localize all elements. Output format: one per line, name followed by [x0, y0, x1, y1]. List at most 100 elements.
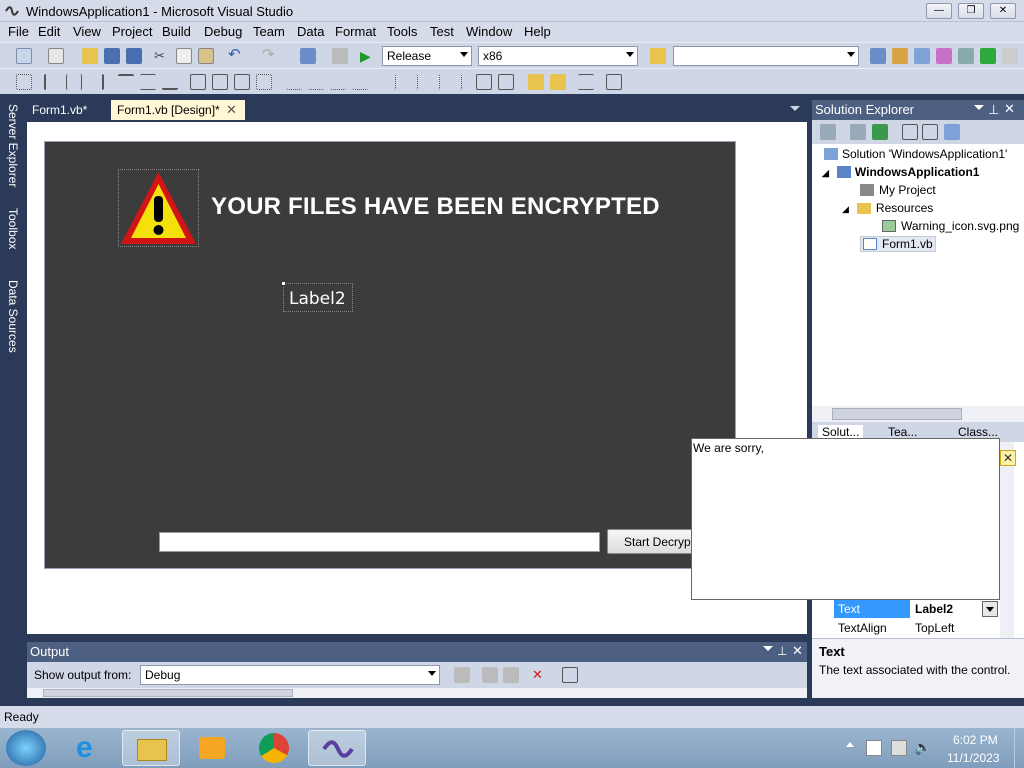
bring-to-front-icon[interactable]	[528, 74, 544, 90]
start-decryption-button[interactable]: Start Decryption	[607, 529, 702, 554]
label2[interactable]: Label2	[281, 281, 353, 312]
cut-icon[interactable]: ✂	[154, 48, 170, 64]
taskbar-chrome[interactable]	[246, 730, 304, 766]
warning-picturebox[interactable]	[118, 169, 199, 247]
h-spacing-decrease-icon[interactable]	[330, 74, 346, 90]
tab-data-sources[interactable]: Data Sources	[2, 280, 20, 353]
tree-project[interactable]: ◢ WindowsApplication1	[822, 165, 979, 179]
menu-window[interactable]: Window	[466, 24, 512, 39]
navigate-forward-icon[interactable]	[332, 48, 348, 64]
view-designer-icon[interactable]	[922, 124, 938, 140]
output-scrollbar[interactable]	[27, 688, 807, 698]
tab-server-explorer[interactable]: Server Explorer	[2, 104, 20, 187]
properties-scrollbar[interactable]	[1000, 442, 1014, 638]
prop-dropdown-button[interactable]	[982, 601, 998, 617]
output-close-icon[interactable]: ✕	[792, 643, 803, 659]
paste-icon[interactable]	[198, 48, 214, 64]
volume-icon[interactable]: 🔈	[914, 739, 931, 756]
start-debug-icon[interactable]: ▶	[360, 48, 376, 64]
menu-tools[interactable]: Tools	[387, 24, 417, 39]
taskbar-ie[interactable]: e	[62, 730, 120, 766]
v-spacing-increase-icon[interactable]	[402, 74, 418, 90]
menu-build[interactable]: Build	[162, 24, 191, 39]
redo-icon[interactable]: ↷	[262, 47, 278, 64]
menu-debug[interactable]: Debug	[204, 24, 242, 39]
align-rights-icon[interactable]	[88, 74, 104, 90]
start-button[interactable]	[6, 730, 46, 766]
navigate-icon[interactable]	[300, 48, 316, 64]
save-all-icon[interactable]	[126, 48, 142, 64]
menu-edit[interactable]: Edit	[38, 24, 60, 39]
tree-resources[interactable]: ◢ Resources	[842, 201, 933, 215]
h-spacing-equal-icon[interactable]	[286, 74, 302, 90]
tab-form1-design[interactable]: Form1.vb [Design]*	[111, 100, 245, 120]
menu-test[interactable]: Test	[430, 24, 454, 39]
action-center-icon[interactable]	[866, 740, 882, 756]
same-height-icon[interactable]	[212, 74, 228, 90]
tree-form1[interactable]: Form1.vb	[860, 236, 936, 252]
class-diagram-icon[interactable]	[944, 124, 960, 140]
prev-message-icon[interactable]	[482, 667, 498, 683]
tab-dropdown-icon[interactable]	[790, 106, 800, 111]
find-combo[interactable]	[673, 46, 859, 66]
undo-icon[interactable]: ↶	[228, 47, 244, 64]
maximize-button[interactable]: ❐	[958, 3, 984, 19]
prop-name-text[interactable]: Text	[834, 600, 910, 618]
selection-handle[interactable]	[281, 281, 286, 286]
tab-team[interactable]: Tea...	[888, 425, 917, 439]
solution-platform-combo[interactable]: x86	[478, 46, 638, 66]
form-textbox[interactable]	[159, 532, 600, 552]
tab-class[interactable]: Class...	[958, 425, 998, 439]
next-message-icon[interactable]	[503, 667, 519, 683]
menu-project[interactable]: Project	[112, 24, 152, 39]
menu-file[interactable]: File	[8, 24, 29, 39]
clock-date[interactable]: 11/1/2023	[947, 751, 1000, 765]
add-item-icon[interactable]	[48, 48, 64, 64]
center-vertically-icon[interactable]	[498, 74, 514, 90]
align-tops-icon[interactable]	[118, 74, 134, 90]
collapse-arrow-icon[interactable]: ◢	[822, 168, 829, 178]
toolbox-icon[interactable]	[936, 48, 952, 64]
popup-close-icon[interactable]: ✕	[1000, 450, 1016, 466]
v-spacing-remove-icon[interactable]	[446, 74, 462, 90]
prop-name-textalign[interactable]: TextAlign	[834, 619, 910, 637]
same-size-icon[interactable]	[234, 74, 250, 90]
solution-scroll-thumb[interactable]	[832, 408, 962, 420]
show-desktop-button[interactable]	[1014, 728, 1024, 768]
menu-help[interactable]: Help	[524, 24, 551, 39]
h-spacing-increase-icon[interactable]	[308, 74, 324, 90]
object-browser-icon[interactable]	[914, 48, 930, 64]
close-button[interactable]: ✕	[990, 3, 1016, 19]
minimize-button[interactable]: —	[926, 3, 952, 19]
show-hidden-icons[interactable]	[846, 742, 854, 747]
find-message-icon[interactable]	[454, 667, 470, 683]
more-icon[interactable]	[1002, 48, 1018, 64]
open-folder-icon[interactable]	[82, 48, 98, 64]
tree-solution[interactable]: Solution 'WindowsApplication1'	[824, 147, 1007, 161]
solution-scrollbar[interactable]	[812, 406, 1024, 422]
close-tab-icon[interactable]: ✕	[226, 102, 237, 118]
taskbar-explorer[interactable]	[122, 730, 180, 766]
output-scroll-thumb[interactable]	[43, 689, 293, 697]
clock-time[interactable]: 6:02 PM	[953, 733, 998, 747]
popup-text[interactable]: We are sorry,	[693, 441, 764, 455]
sol-dropdown-icon[interactable]	[974, 105, 984, 110]
size-to-grid-icon[interactable]	[256, 74, 272, 90]
save-icon[interactable]	[104, 48, 120, 64]
new-project-icon[interactable]	[16, 48, 32, 64]
sol-close-icon[interactable]: ✕	[1004, 101, 1015, 117]
clear-all-icon[interactable]: ✕	[532, 667, 548, 683]
h-spacing-remove-icon[interactable]	[352, 74, 368, 90]
sol-pin-icon[interactable]: ⊥	[988, 102, 999, 118]
menu-team[interactable]: Team	[253, 24, 285, 39]
prop-value-textalign[interactable]: TopLeft	[912, 619, 998, 637]
v-spacing-decrease-icon[interactable]	[424, 74, 440, 90]
output-dropdown-icon[interactable]	[763, 646, 773, 651]
find-in-files-icon[interactable]	[650, 48, 666, 64]
menu-format[interactable]: Format	[335, 24, 376, 39]
lock-controls-icon[interactable]	[606, 74, 622, 90]
view-code-icon[interactable]	[902, 124, 918, 140]
pin-icon[interactable]: ⊥	[777, 644, 787, 658]
send-to-back-icon[interactable]	[550, 74, 566, 90]
start-page-icon[interactable]	[980, 48, 996, 64]
